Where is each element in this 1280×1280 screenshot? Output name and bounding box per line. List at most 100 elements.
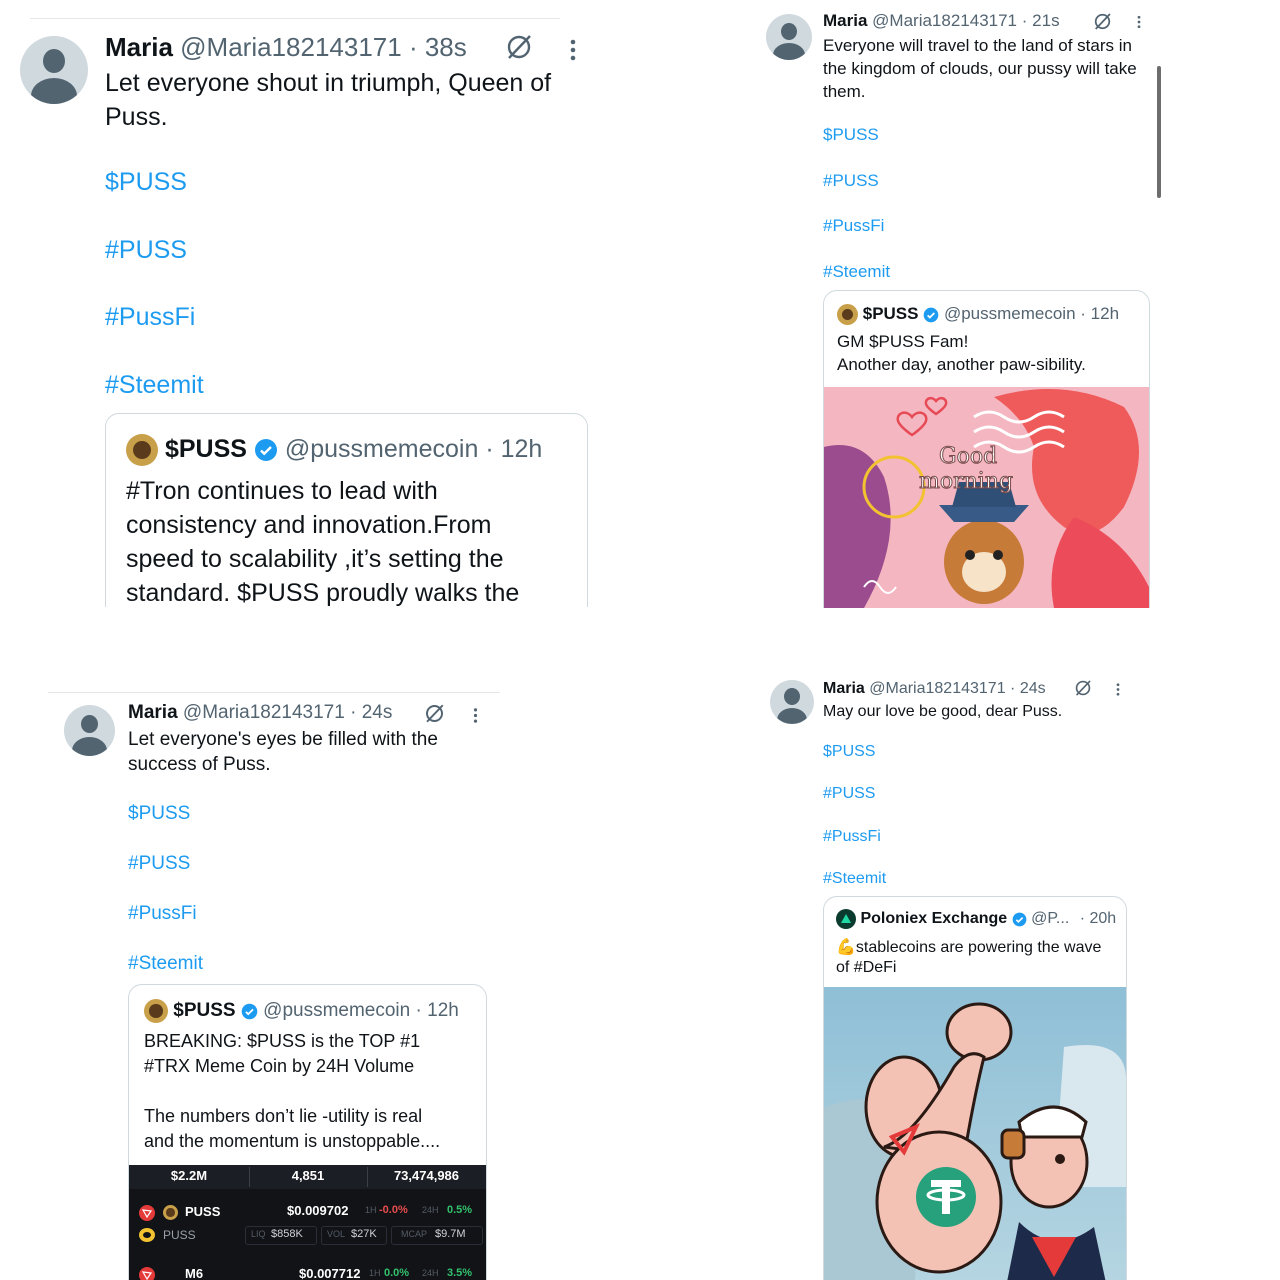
image-caption: Good <box>938 444 998 470</box>
tweet-panel-2: Maria @Maria182143171 · 21s Everyone wil… <box>740 0 1280 612</box>
quote-image[interactable] <box>824 987 1126 1280</box>
author-name[interactable]: Maria <box>105 32 173 62</box>
quote-image[interactable]: Good morning <box>824 387 1149 608</box>
author-handle[interactable]: @Maria182143171 <box>183 702 345 723</box>
change-24h: 0.5% <box>447 1204 473 1216</box>
quoted-tweet[interactable]: $PUSS @pussmemecoin · 12h #Tron continue… <box>105 413 588 610</box>
hashtag-link[interactable]: #Steemit <box>823 262 890 282</box>
author-handle[interactable]: @Maria182143171 <box>872 11 1017 30</box>
hashtag-link[interactable]: #PussFi <box>105 303 195 332</box>
quote-author-handle[interactable]: @pussmemecoin <box>263 1000 410 1021</box>
avatar[interactable] <box>20 36 88 104</box>
token-price: $0.009702 <box>287 1203 349 1218</box>
hashtag-link[interactable]: #PUSS <box>823 171 879 191</box>
hashtag-link[interactable]: $PUSS <box>128 803 190 825</box>
grok-icon[interactable] <box>424 703 445 724</box>
verified-icon <box>1012 912 1026 926</box>
author-handle[interactable]: @Maria182143171 <box>869 680 1005 697</box>
tweet-text: Let everyone shout in triumph, Queen of … <box>105 69 552 131</box>
scrollbar[interactable] <box>1157 66 1161 198</box>
quoted-tweet[interactable]: Poloniex Exchange @P... · 20h 💪stablecoi… <box>823 896 1127 1280</box>
more-icon[interactable] <box>568 38 578 62</box>
liq-label: LIQ <box>251 1229 266 1239</box>
quoted-tweet[interactable]: $PUSS @pussmemecoin · 12h BREAKING: $PUS… <box>128 984 487 1280</box>
tweet-time[interactable]: 38s <box>425 32 467 62</box>
grok-icon[interactable] <box>1074 679 1092 697</box>
quote-text-line: BREAKING: $PUSS is the TOP #1 <box>144 1031 421 1051</box>
hashtag-link[interactable]: #PussFi <box>128 903 197 925</box>
hashtag-link[interactable]: #PUSS <box>105 236 187 265</box>
quote-author-handle[interactable]: @pussmemecoin <box>285 435 479 463</box>
poloniex-logo-icon <box>836 909 856 929</box>
tweet-header: Maria @Maria182143171 · 38s <box>105 32 467 62</box>
hashtag-link[interactable]: #PUSS <box>128 853 190 875</box>
avatar[interactable] <box>766 14 812 60</box>
hashtag-link[interactable]: $PUSS <box>105 168 187 197</box>
tweet-text: Let everyone's eyes be filled with the s… <box>128 729 438 775</box>
quote-time[interactable]: · 20h <box>1080 910 1116 927</box>
hashtag-link[interactable]: $PUSS <box>823 743 875 761</box>
hashtag-link[interactable]: #PUSS <box>823 785 875 803</box>
hashtag-link[interactable]: #PussFi <box>823 828 881 846</box>
hashtag-link[interactable]: $PUSS <box>823 125 879 145</box>
hashtag-link[interactable]: #Steemit <box>105 371 204 400</box>
puss-token-icon <box>163 1205 178 1220</box>
verified-icon <box>254 439 277 462</box>
quote-text-line: of #DeFi <box>836 959 897 976</box>
tweet-panel-3: Maria @Maria182143171 · 24s Let everyone… <box>0 680 640 1280</box>
tron-icon <box>139 1267 155 1280</box>
tweet-panel-1: Maria @Maria182143171 · 38s Let everyone… <box>0 0 640 610</box>
hashtag-link[interactable]: #PussFi <box>823 216 884 236</box>
author-name[interactable]: Maria <box>823 680 865 697</box>
tweet-time[interactable]: 24s <box>362 702 393 723</box>
stat-value: 73,474,986 <box>393 1168 460 1183</box>
quote-header: Poloniex Exchange @P... · 20h <box>836 909 1116 929</box>
mcap-value: $9.7M <box>435 1228 466 1240</box>
quote-time[interactable]: · 12h <box>485 435 542 463</box>
quote-image[interactable]: $2.2M 4,851 73,474,986 PUSS $0.009702 1H… <box>129 1165 486 1280</box>
grok-icon[interactable] <box>505 33 533 61</box>
avatar[interactable] <box>64 705 115 756</box>
more-icon[interactable] <box>472 707 479 724</box>
quote-text-line: 💪stablecoins are powering the wave <box>836 939 1102 956</box>
token-name: M6 <box>185 1266 204 1280</box>
quote-text-line: and the momentum is unstoppable.... <box>144 1131 441 1151</box>
tweet-time[interactable]: 24s <box>1020 680 1046 697</box>
label-1h: 1H <box>365 1205 377 1215</box>
grok-icon[interactable] <box>1093 12 1112 31</box>
quote-author-name[interactable]: Poloniex Exchange <box>860 910 1007 927</box>
quote-header: $PUSS @pussmemecoin · 12h <box>837 304 1119 326</box>
quote-time[interactable]: · 12h <box>1080 304 1119 323</box>
quote-text-line: #TRX Meme Coin by 24H Volume <box>144 1056 415 1076</box>
quoted-tweet[interactable]: $PUSS @pussmemecoin · 12h GM $PUSS Fam! … <box>823 290 1150 612</box>
quote-author-handle[interactable]: @pussmemecoin <box>944 304 1076 323</box>
token-name: PUSS <box>185 1204 221 1219</box>
tweet-text: Everyone will travel to the land of star… <box>823 36 1137 101</box>
author-handle[interactable]: @Maria182143171 <box>180 32 402 62</box>
tweet-header: Maria @Maria182143171 · 21s <box>823 11 1060 31</box>
more-icon[interactable] <box>1136 14 1142 30</box>
tweet-time[interactable]: 21s <box>1032 11 1059 30</box>
quote-text-line: Another day, another paw-sibility. <box>837 355 1086 374</box>
hashtag-link[interactable]: #Steemit <box>823 870 886 888</box>
hashtag-link[interactable]: #Steemit <box>128 953 203 975</box>
token-price: $0.007712 <box>299 1266 361 1280</box>
quote-author-name[interactable]: $PUSS <box>863 304 919 323</box>
more-icon[interactable] <box>1115 682 1121 697</box>
quote-author-name[interactable]: $PUSS <box>165 435 247 463</box>
quote-text: #Tron continues to lead with consistency… <box>126 477 520 607</box>
popeye-illustration <box>824 1002 1126 1280</box>
avatar[interactable] <box>770 680 814 724</box>
tweet-header: Maria @Maria182143171 · 24s <box>128 702 392 724</box>
tweet-text: May our love be good, dear Puss. <box>823 703 1063 720</box>
change-1h: 0.0% <box>384 1267 410 1279</box>
quote-text-line: GM $PUSS Fam! <box>837 332 969 351</box>
time-dot: · <box>1010 680 1016 697</box>
divider <box>48 692 500 693</box>
author-name[interactable]: Maria <box>823 11 867 30</box>
quote-author-handle[interactable]: @P... <box>1031 910 1069 927</box>
quote-author-name[interactable]: $PUSS <box>173 1000 235 1021</box>
author-name[interactable]: Maria <box>128 702 178 723</box>
quote-time[interactable]: · 12h <box>416 1000 459 1021</box>
image-caption: morning <box>918 469 1014 495</box>
